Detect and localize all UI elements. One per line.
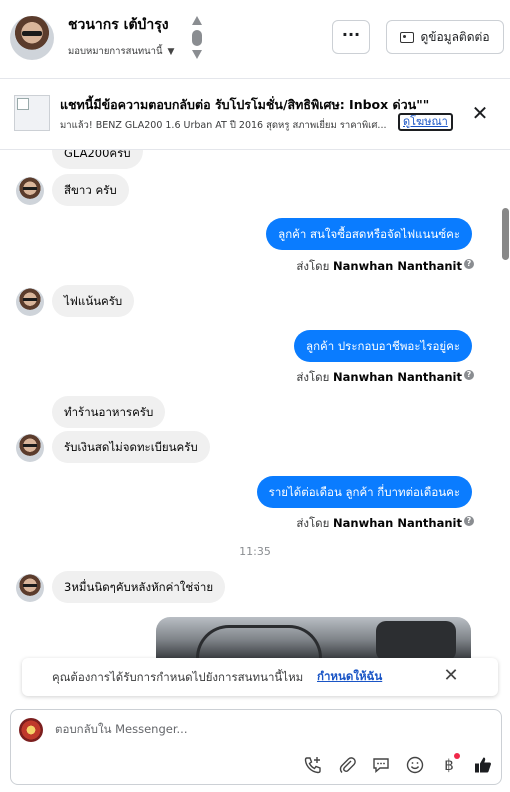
assign-conversation-dropdown[interactable]: มอบหมายการสนทนานี้ ▼: [68, 44, 174, 59]
ad-banner-subtitle: มาแล้ว! BENZ GLA200 1.6 Urban AT ปี 2016…: [60, 120, 387, 131]
incoming-message: สีขาว ครับ: [52, 174, 129, 206]
page-avatar: [19, 718, 43, 742]
conversation-header: ชวนากร เต้บำรุง มอบหมายการสนทนานี้ ▼ ···…: [0, 0, 510, 78]
contact-avatar[interactable]: [10, 16, 54, 60]
outgoing-message: ลูกค้า สนใจซื้อสดหรือจัดไฟแนนซ์คะ: [266, 218, 472, 250]
message-composer: ฿: [10, 709, 502, 785]
paperclip-icon[interactable]: [337, 755, 357, 775]
chat-bubble-icon[interactable]: [371, 755, 391, 775]
thumbs-up-icon[interactable]: [473, 755, 493, 775]
contact-info-label: ดูข้อมูลติดต่อ: [420, 29, 490, 44]
incoming-message: ไฟแน้นครับ: [52, 285, 135, 317]
phone-plus-icon[interactable]: [303, 755, 323, 775]
view-ad-link[interactable]: ดูโฆษณา: [398, 113, 453, 131]
ad-thumbnail: [14, 95, 50, 131]
info-icon[interactable]: ?: [464, 370, 474, 380]
sent-by-label: ส่งโดย Nanwhan Nanthanit: [296, 259, 462, 273]
contact-card-icon: [400, 31, 415, 43]
assign-suggestion-text: คุณต้องการได้รับการกำหนดไปยังการสนทนานี้…: [52, 670, 304, 684]
close-icon[interactable]: ✕: [470, 103, 490, 123]
incoming-message: ทำร้านอาหารครับ: [52, 396, 166, 428]
composer-toolbar: ฿: [303, 753, 493, 775]
timestamp: 11:35: [239, 545, 271, 558]
reply-input[interactable]: [55, 722, 485, 736]
chevron-up-icon[interactable]: [192, 16, 202, 25]
sender-avatar: [16, 177, 44, 205]
info-icon[interactable]: ?: [464, 259, 474, 269]
incoming-message: 3หมื่นนิดๆคับหลังหักค่าใช่จ่าย: [52, 571, 226, 603]
incoming-message: รับเงินสดไม่จดทะเบียนครับ: [52, 431, 210, 463]
assign-label: มอบหมายการสนทนานี้: [68, 46, 163, 57]
ad-banner-title: แชทนี้มีข้อความตอบกลับต่อ รับโปรโมชั่น/ส…: [60, 97, 430, 112]
info-icon[interactable]: ?: [464, 516, 474, 526]
more-options-button[interactable]: ···: [332, 20, 370, 54]
message-thread[interactable]: GLA200ครับ สีขาว ครับ ลูกค้า สนใจซื้อสดห…: [0, 150, 500, 658]
thread-scrollbar[interactable]: [502, 208, 509, 260]
baht-icon[interactable]: ฿: [439, 753, 460, 775]
contact-info-button[interactable]: ดูข้อมูลติดต่อ: [386, 20, 504, 54]
incoming-image-attachment[interactable]: [156, 617, 471, 658]
chevron-down-icon[interactable]: [192, 50, 202, 59]
caret-down-icon: ▼: [167, 46, 175, 57]
outgoing-message: ลูกค้า ประกอบอาชีพอะไรอยู่คะ: [294, 330, 472, 362]
incoming-message: GLA200ครับ: [52, 150, 143, 169]
navigator-handle: [192, 30, 202, 46]
smiley-icon[interactable]: [405, 755, 425, 775]
sender-avatar: [16, 288, 44, 316]
contact-name[interactable]: ชวนากร เต้บำรุง: [68, 14, 169, 36]
conversation-navigator[interactable]: [190, 14, 204, 60]
assign-suggestion-bar: คุณต้องการได้รับการกำหนดไปยังการสนทนานี้…: [22, 658, 498, 696]
sent-by-label: ส่งโดย Nanwhan Nanthanit: [296, 370, 462, 384]
sender-avatar: [16, 434, 44, 462]
close-icon[interactable]: ✕: [442, 666, 460, 686]
notification-dot: [454, 753, 460, 759]
assign-to-me-link[interactable]: กำหนดให้ฉัน: [317, 668, 382, 686]
sent-by-label: ส่งโดย Nanwhan Nanthanit: [296, 516, 462, 530]
outgoing-message: รายได้ต่อเดือน ลูกค้า กี่บาทต่อเดือนคะ: [256, 476, 472, 508]
sender-avatar: [16, 574, 44, 602]
